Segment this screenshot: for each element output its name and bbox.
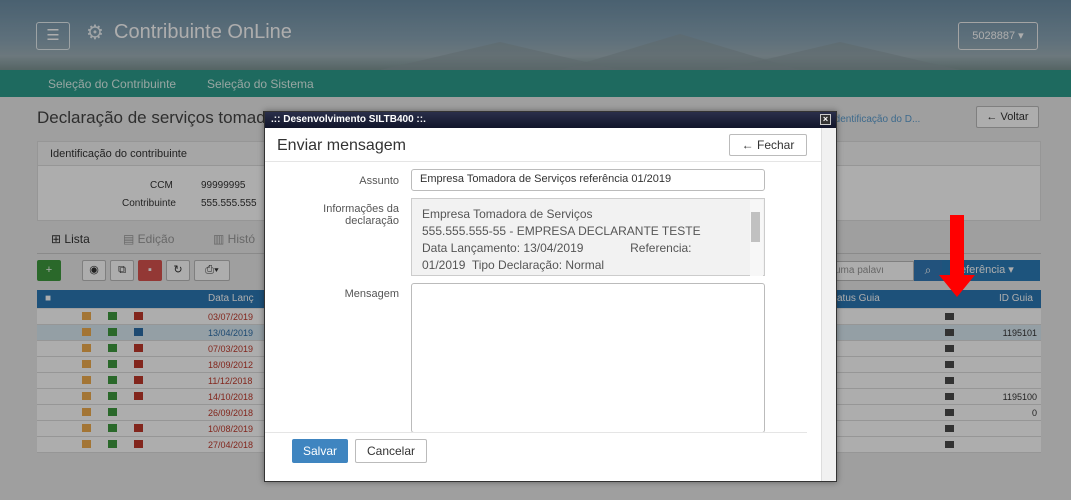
save-button[interactable]: Salvar [292,439,348,463]
close-button[interactable]: ← Fechar [729,134,807,156]
info-label-line1: Informações da [323,203,399,215]
info-line: 555.555.555-55 - EMPRESA DECLARANTE TEST… [422,224,701,238]
info-line: Data Lançamento: 13/04/2019 Referencia: [422,241,692,255]
info-line: 01/2019 Tipo Declaração: Normal [422,258,605,272]
cancel-button[interactable]: Cancelar [355,439,427,463]
dialog-header: Enviar mensagem ← Fechar [265,128,822,162]
dialog-titlebar: .:: Desenvolvimento SILTB400 ::. × [265,112,836,128]
close-icon[interactable]: × [820,114,831,125]
send-message-dialog: .:: Desenvolvimento SILTB400 ::. × Envia… [264,111,837,482]
info-label-line2: declaração [345,215,399,227]
dialog-heading: Enviar mensagem [277,137,406,154]
assunto-input[interactable]: Empresa Tomadora de Serviços referência … [411,169,765,191]
dialog-scrollbar[interactable] [821,128,836,481]
annotation-arrow-head [939,275,975,297]
assunto-label: Assunto [359,175,399,187]
dialog-window-title: .:: Desenvolvimento SILTB400 ::. [271,114,426,125]
mensagem-label: Mensagem [344,288,399,300]
info-scrollbar[interactable] [750,200,763,276]
dialog-footer-divider [265,432,807,433]
annotation-arrow [950,215,964,277]
scroll-thumb[interactable] [751,212,760,242]
mensagem-textarea[interactable] [411,283,765,433]
info-line: Empresa Tomadora de Serviços [422,207,593,221]
declaration-info-textarea[interactable]: Empresa Tomadora de Serviços 555.555.555… [411,198,765,276]
